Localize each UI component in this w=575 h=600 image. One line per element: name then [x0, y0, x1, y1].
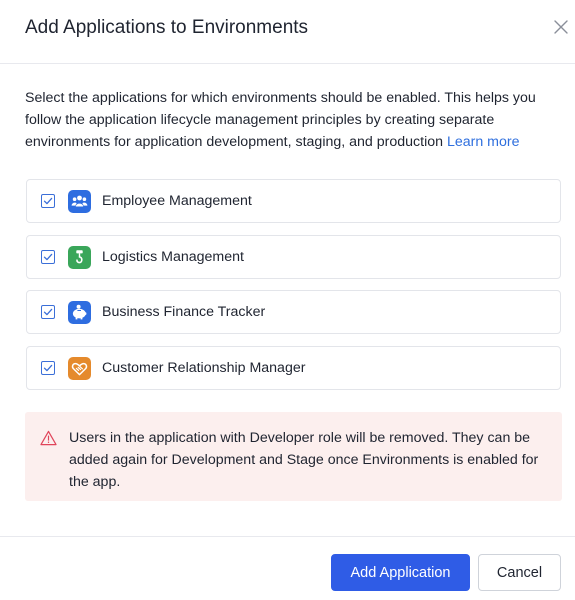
app-checkbox[interactable]: [41, 305, 55, 319]
warning-icon: [40, 430, 57, 446]
app-item-employee-management[interactable]: Employee Management: [26, 179, 561, 223]
dialog-footer: Add Application Cancel: [0, 536, 575, 600]
intro-paragraph: Select the applications for which enviro…: [25, 87, 555, 153]
close-button[interactable]: [549, 15, 573, 39]
piggy-bank-icon: [68, 301, 91, 324]
handshake-icon: [68, 356, 91, 380]
add-applications-dialog: Add Applications to Environments Select …: [0, 0, 575, 600]
cancel-button[interactable]: Cancel: [478, 554, 561, 591]
app-checkbox[interactable]: [41, 360, 55, 375]
app-item-logistics-management[interactable]: Logistics Management: [26, 234, 561, 279]
checkmark-icon: [43, 253, 53, 260]
application-list: Employee Management Logistics Management: [26, 179, 561, 401]
crane-hook-icon: [68, 245, 91, 269]
app-label: Logistics Management: [102, 248, 244, 265]
close-icon: [554, 20, 568, 34]
app-checkbox[interactable]: [41, 194, 55, 208]
checkmark-icon: [43, 364, 53, 371]
app-item-customer-relationship-manager[interactable]: Customer Relationship Manager: [26, 345, 561, 390]
app-label: Employee Management: [102, 193, 252, 209]
warning-banner: Users in the application with Developer …: [25, 412, 562, 501]
dialog-title: Add Applications to Environments: [25, 17, 309, 38]
app-label: Customer Relationship Manager: [102, 359, 306, 376]
warning-text: Users in the application with Developer …: [69, 430, 539, 490]
learn-more-link[interactable]: Learn more: [447, 134, 520, 150]
dialog-header: Add Applications to Environments: [0, 0, 575, 64]
app-checkbox[interactable]: [41, 249, 55, 264]
app-label: Business Finance Tracker: [102, 304, 266, 320]
app-item-business-finance-tracker[interactable]: Business Finance Tracker: [26, 290, 561, 334]
people-icon: [68, 190, 91, 213]
checkmark-icon: [43, 197, 53, 205]
checkmark-icon: [43, 308, 53, 316]
add-application-button[interactable]: Add Application: [331, 554, 470, 591]
